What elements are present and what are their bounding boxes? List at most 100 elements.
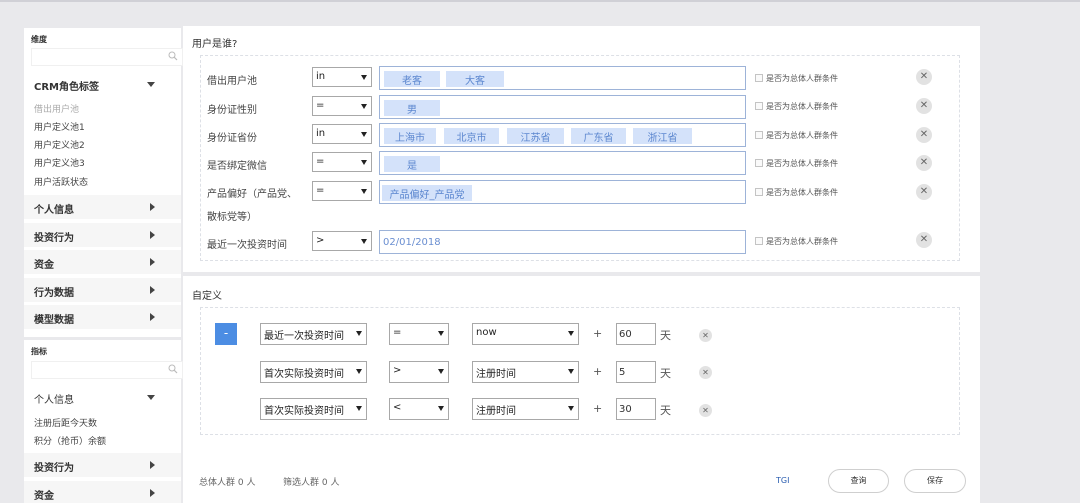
dropdown-arrow-icon xyxy=(568,331,574,336)
base-select[interactable]: 注册时间 xyxy=(472,398,579,420)
operator-select[interactable]: > xyxy=(312,231,372,251)
chevron-right-icon xyxy=(150,461,155,469)
save-button[interactable]: 保存 xyxy=(904,469,966,493)
days-input[interactable]: 60 xyxy=(616,323,656,345)
filtered-population: 筛选人群 0 人 xyxy=(283,478,340,488)
base-value: 注册时间 xyxy=(476,369,516,380)
overall-condition-checkbox[interactable] xyxy=(755,188,763,196)
value-tag[interactable]: 大客 xyxy=(446,71,504,87)
group-label: 资金 xyxy=(34,260,54,271)
checkbox-label: 是否为总体人群条件 xyxy=(766,159,838,168)
metric-group-personal-info[interactable]: 个人信息 xyxy=(24,385,181,409)
dropdown-arrow-icon xyxy=(568,406,574,411)
operator-select[interactable]: < xyxy=(389,398,449,420)
value-tag-input[interactable]: 是 xyxy=(379,151,746,175)
value-tag[interactable]: 老客 xyxy=(384,71,440,87)
field-select[interactable]: 首次实际投资时间 xyxy=(260,361,367,383)
group-funds[interactable]: 资金 xyxy=(24,250,181,274)
chevron-right-icon xyxy=(150,286,155,294)
query-button[interactable]: 查询 xyxy=(828,469,889,493)
sidebar-item-user-pool-2[interactable]: 用户定义池2 xyxy=(34,138,85,151)
value-tag[interactable]: 浙江省 xyxy=(633,128,692,144)
metric-group-funds[interactable]: 资金 xyxy=(24,481,181,503)
operator-value: in xyxy=(316,128,326,139)
value-tag[interactable]: 上海市 xyxy=(384,128,436,144)
operator-select[interactable]: = xyxy=(312,152,372,172)
metric-group-investment-behavior[interactable]: 投资行为 xyxy=(24,453,181,477)
dropdown-arrow-icon xyxy=(361,160,367,165)
condition-label: 是否绑定微信 xyxy=(207,161,267,172)
field-value: 首次实际投资时间 xyxy=(264,406,344,417)
overall-condition-checkbox[interactable] xyxy=(755,159,763,167)
sidebar-item-active-status[interactable]: 用户活跃状态 xyxy=(34,175,88,188)
value-tag-input[interactable]: 男 xyxy=(379,95,746,119)
group-behavior-data[interactable]: 行为数据 xyxy=(24,278,181,302)
value-tag[interactable]: 产品偏好_产品党 xyxy=(382,185,472,201)
value-tag[interactable]: 江苏省 xyxy=(507,128,564,144)
overall-condition-checkbox[interactable] xyxy=(755,237,763,245)
tgi-link[interactable]: TGI xyxy=(776,476,789,485)
close-icon[interactable]: ✕ xyxy=(699,366,712,379)
close-icon[interactable]: ✕ xyxy=(916,232,932,248)
checkbox-label: 是否为总体人群条件 xyxy=(766,188,838,197)
chevron-right-icon xyxy=(150,203,155,211)
condition-label: 身份证省份 xyxy=(207,133,257,144)
date-input[interactable]: 02/01/2018 xyxy=(379,230,746,254)
remove-group-button[interactable]: - xyxy=(215,323,237,345)
who-panel: 用户是谁? 借出用户池 in 老客 大客 是否为总体人群条件 ✕ 身份证性别 =… xyxy=(183,26,980,272)
date-value: 02/01/2018 xyxy=(383,237,441,248)
operator-select[interactable]: in xyxy=(312,67,372,87)
sidebar-item-points-balance[interactable]: 积分（抢币）余额 xyxy=(34,434,106,447)
field-select[interactable]: 首次实际投资时间 xyxy=(260,398,367,420)
operator-select[interactable]: > xyxy=(389,361,449,383)
dropdown-arrow-icon xyxy=(361,239,367,244)
value-tag-input[interactable]: 老客 大客 xyxy=(379,66,746,90)
sidebar-item-days-since-register[interactable]: 注册后距今天数 xyxy=(34,416,97,429)
operator-select[interactable]: = xyxy=(389,323,449,345)
value-tag-input[interactable]: 上海市 北京市 江苏省 广东省 浙江省 xyxy=(379,123,746,147)
value-tag[interactable]: 广东省 xyxy=(571,128,626,144)
dimension-search-input[interactable] xyxy=(31,48,183,66)
group-crm-role-tags[interactable]: CRM角色标签 xyxy=(24,72,181,96)
sidebar-item-lend-pool[interactable]: 借出用户池 xyxy=(34,102,79,115)
group-model-data[interactable]: 模型数据 xyxy=(24,305,181,329)
days-input[interactable]: 30 xyxy=(616,398,656,420)
sidebar-item-user-pool-3[interactable]: 用户定义池3 xyxy=(34,156,85,169)
overall-condition-checkbox[interactable] xyxy=(755,131,763,139)
overall-condition-checkbox[interactable] xyxy=(755,74,763,82)
overall-condition-checkbox[interactable] xyxy=(755,102,763,110)
chevron-right-icon xyxy=(150,489,155,497)
metric-panel: 指标 个人信息 注册后距今天数 积分（抢币）余额 投资行为 资金 xyxy=(24,340,183,503)
group-personal-info[interactable]: 个人信息 xyxy=(24,195,181,219)
group-label: 模型数据 xyxy=(34,315,74,326)
close-icon[interactable]: ✕ xyxy=(699,404,712,417)
close-icon[interactable]: ✕ xyxy=(916,184,932,200)
group-investment-behavior[interactable]: 投资行为 xyxy=(24,223,181,247)
field-select[interactable]: 最近一次投资时间 xyxy=(260,323,367,345)
group-label: CRM角色标签 xyxy=(34,82,99,93)
days-input[interactable]: 5 xyxy=(616,361,656,383)
operator-select[interactable]: in xyxy=(312,124,372,144)
close-icon[interactable]: ✕ xyxy=(916,98,932,114)
operator-value: = xyxy=(316,185,325,196)
close-icon[interactable]: ✕ xyxy=(916,69,932,85)
base-select[interactable]: now xyxy=(472,323,579,345)
value-tag[interactable]: 是 xyxy=(384,156,440,172)
operator-select[interactable]: = xyxy=(312,96,372,116)
value-input[interactable]: 产品偏好_产品党 xyxy=(379,180,746,204)
dropdown-arrow-icon xyxy=(361,75,367,80)
dimension-title: 维度 xyxy=(31,35,47,44)
sidebar-item-user-pool-1[interactable]: 用户定义池1 xyxy=(34,120,85,133)
close-icon[interactable]: ✕ xyxy=(916,127,932,143)
close-icon[interactable]: ✕ xyxy=(916,155,932,171)
close-icon[interactable]: ✕ xyxy=(699,329,712,342)
value-tag[interactable]: 男 xyxy=(384,100,440,116)
total-population: 总体人群 0 人 xyxy=(199,478,256,488)
unit-label: 天 xyxy=(660,367,671,380)
group-label: 投资行为 xyxy=(34,463,74,474)
value-tag[interactable]: 北京市 xyxy=(444,128,499,144)
base-select[interactable]: 注册时间 xyxy=(472,361,579,383)
metric-search-input[interactable] xyxy=(31,361,183,379)
operator-select[interactable]: = xyxy=(312,181,372,201)
custom-title: 自定义 xyxy=(192,291,222,302)
